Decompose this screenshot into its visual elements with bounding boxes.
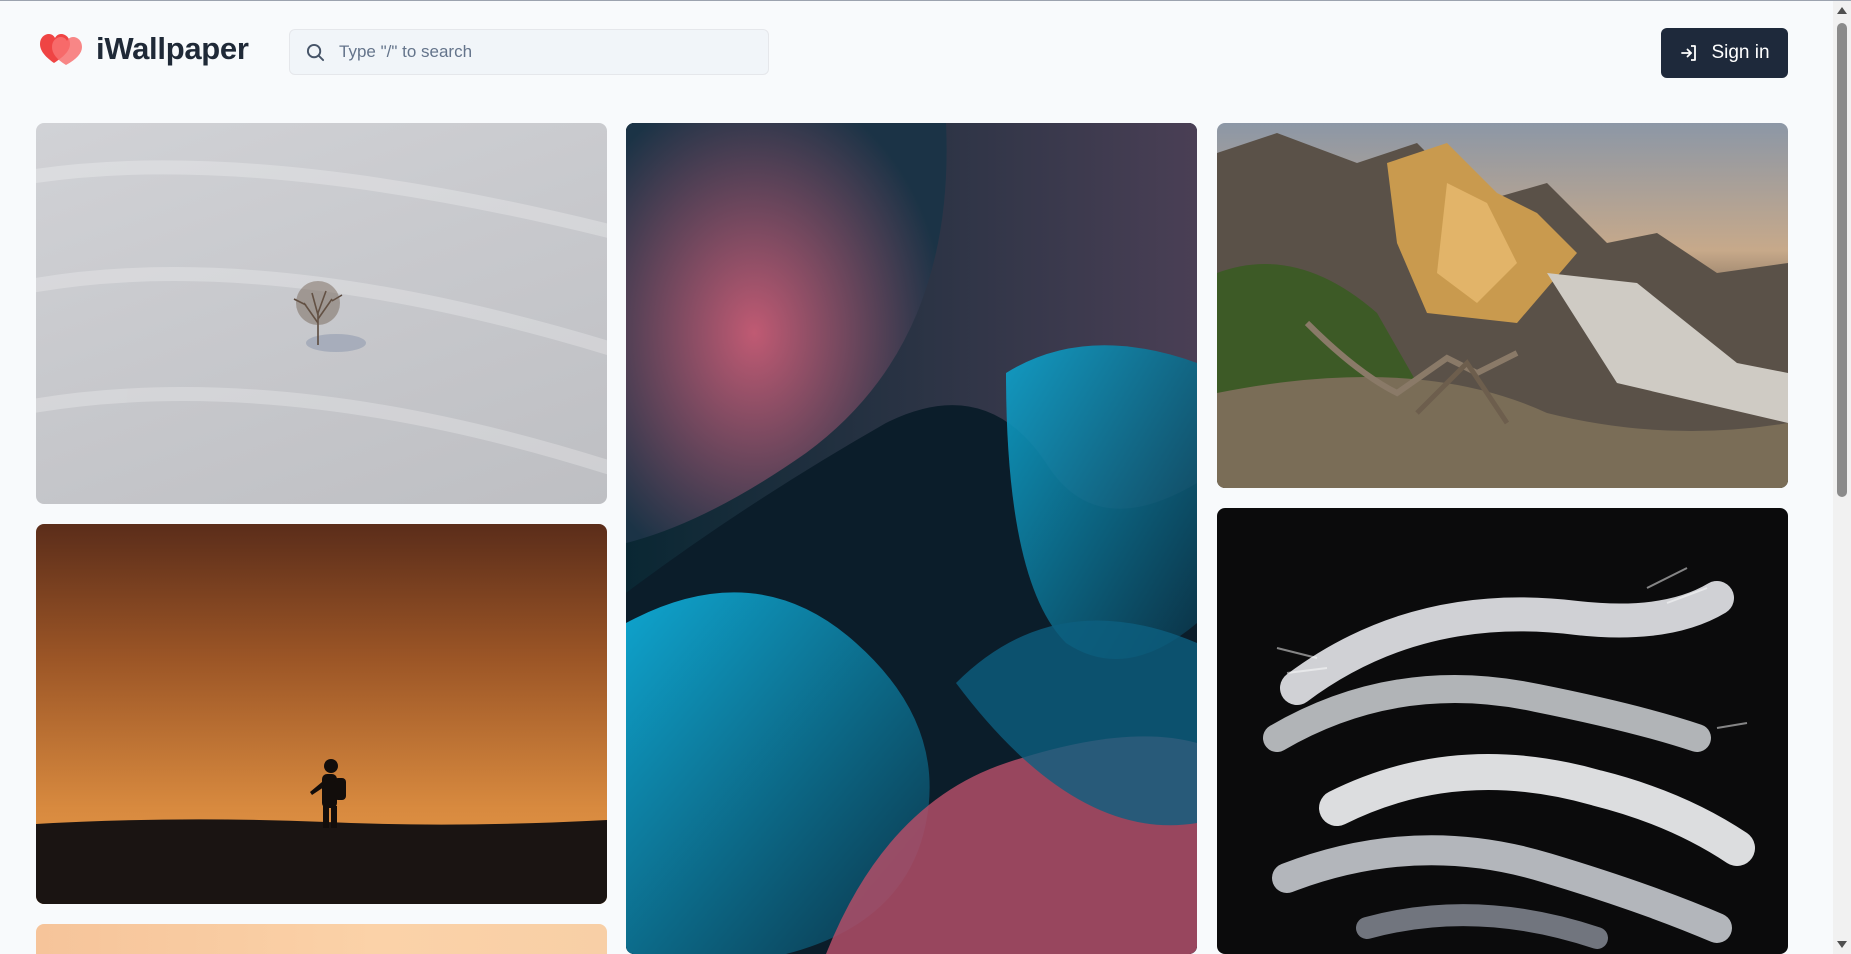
wallpaper-image — [1217, 133, 1788, 488]
top-bar: iWallpaper Sign in — [0, 1, 1833, 105]
page-scrollbar[interactable] — [1833, 1, 1851, 954]
wallpaper-card-hiker-dusk[interactable] — [36, 524, 607, 904]
wallpaper-card-peach-gradient[interactable] — [36, 924, 607, 954]
wallpaper-image — [36, 160, 607, 475]
scroll-down-arrow-icon[interactable] — [1837, 941, 1847, 948]
brand-logo[interactable]: iWallpaper — [40, 31, 249, 67]
wallpaper-card-brush-strokes[interactable] — [1217, 508, 1788, 954]
sign-in-label: Sign in — [1711, 42, 1770, 63]
scroll-up-arrow-icon[interactable] — [1837, 7, 1847, 14]
wallpaper-card-snow-tree[interactable] — [36, 123, 607, 504]
search-box[interactable] — [289, 29, 769, 75]
wallpaper-image — [626, 123, 1197, 954]
search-input[interactable] — [337, 41, 761, 63]
search-icon — [306, 43, 325, 61]
wallpaper-card-abstract-waves[interactable] — [626, 123, 1197, 954]
hearts-logo-icon — [40, 34, 82, 65]
sign-in-button[interactable]: Sign in — [1661, 28, 1788, 78]
wallpaper-card-mountain-sunset[interactable] — [1217, 123, 1788, 488]
brand-name: iWallpaper — [96, 31, 249, 66]
wallpaper-image — [1263, 567, 1755, 949]
wallpaper-image — [36, 759, 607, 904]
sign-in-arrow-icon — [1681, 45, 1697, 61]
scrollbar-thumb[interactable] — [1837, 23, 1847, 497]
